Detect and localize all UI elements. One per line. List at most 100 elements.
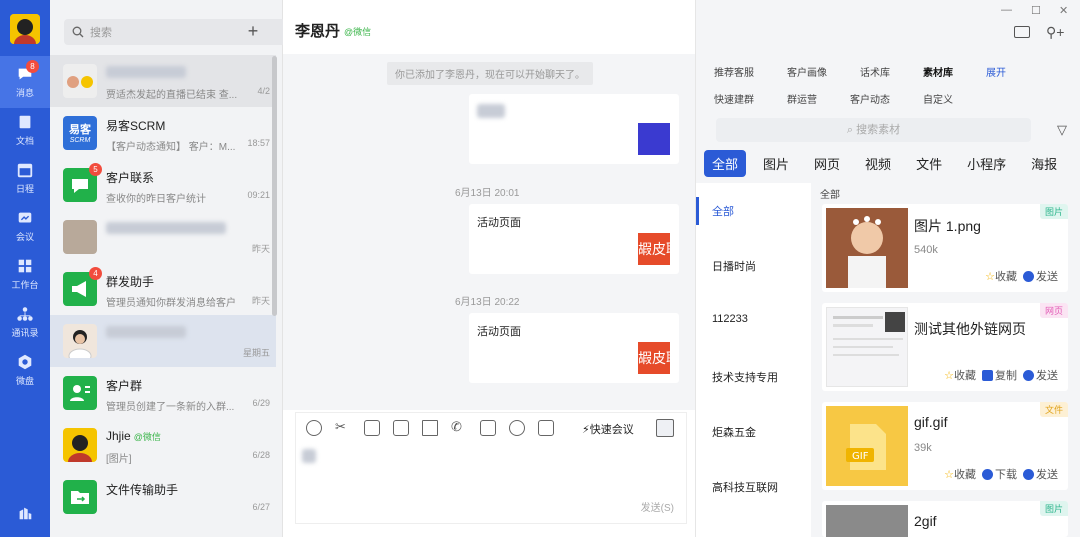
conv-item[interactable]: 5 客户联系 查收你的昨日客户统计 09:21 bbox=[50, 159, 276, 211]
message-card[interactable]: 活动页面 嘏皮联 bbox=[469, 313, 679, 383]
wechat-tag: @微信 bbox=[133, 432, 161, 442]
conv-time: 6/29 bbox=[252, 398, 270, 408]
material-item[interactable]: 2gif 图片 bbox=[822, 501, 1068, 537]
timestamp: 6月13日 20:01 bbox=[455, 188, 520, 199]
filter-icon[interactable]: ▽ bbox=[1057, 122, 1067, 138]
material-search-input[interactable]: ⌕ 搜索素材 bbox=[716, 118, 1031, 142]
favorite-button[interactable]: ☆ 收藏 bbox=[944, 367, 976, 383]
group-item[interactable]: 日播时尚 bbox=[712, 258, 756, 274]
cat-miniapp[interactable]: 小程序 bbox=[959, 150, 1014, 177]
photo-thumbnail bbox=[826, 208, 908, 288]
tab-materials[interactable]: 素材库 bbox=[923, 64, 953, 79]
tab-portrait[interactable]: 客户画像 bbox=[787, 64, 827, 79]
material-name: 测试其他外链网页 bbox=[914, 321, 1026, 337]
tab-custom[interactable]: 自定义 bbox=[923, 91, 953, 106]
add-button[interactable]: + bbox=[240, 19, 266, 45]
more-icon[interactable] bbox=[509, 420, 525, 436]
nav-drive[interactable]: 微盘 bbox=[0, 344, 50, 396]
nav-contacts[interactable]: 通讯录 bbox=[0, 296, 50, 348]
tab-customer-activity[interactable]: 客户动态 bbox=[850, 91, 890, 106]
conv-item[interactable]: 客户群 管理员创建了一条新的入群... 6/29 bbox=[50, 367, 276, 419]
favorite-button[interactable]: ☆ 收藏 bbox=[985, 268, 1017, 284]
cat-video[interactable]: 视频 bbox=[857, 150, 899, 177]
expand-button[interactable]: 展开 bbox=[986, 64, 1006, 79]
document-icon[interactable] bbox=[393, 420, 409, 436]
download-button[interactable]: 下载 bbox=[982, 466, 1017, 482]
conv-item[interactable]: 4 群发助手 管理员通知你群发消息给客户 昨天 bbox=[50, 263, 276, 315]
material-name: 图片 1.png bbox=[914, 218, 981, 234]
folder-icon[interactable] bbox=[422, 420, 438, 436]
group-item[interactable]: 技术支持专用 bbox=[712, 369, 778, 385]
compose-area[interactable]: ✂ ✆ ⚡快速会议 发送(S) bbox=[295, 412, 687, 524]
close-icon[interactable]: ✕ bbox=[1059, 4, 1068, 17]
blurred-name bbox=[106, 66, 186, 78]
quick-meeting-button[interactable]: ⚡快速会议 bbox=[582, 421, 634, 437]
material-item[interactable]: 测试其他外链网页 网页 ☆ 收藏 复制 发送 bbox=[822, 303, 1068, 391]
sidebar-toggle-icon[interactable] bbox=[656, 419, 674, 437]
group-item[interactable]: 高科技互联网 bbox=[712, 479, 778, 495]
cat-all[interactable]: 全部 bbox=[704, 149, 747, 177]
nav-label: 日程 bbox=[15, 184, 34, 194]
download-icon bbox=[982, 468, 993, 480]
tab-group-ops[interactable]: 群运营 bbox=[787, 91, 817, 106]
cat-poster[interactable]: 海报 bbox=[1023, 150, 1065, 177]
nav-label: 通讯录 bbox=[11, 328, 39, 338]
minimize-icon[interactable]: — bbox=[1001, 4, 1012, 16]
group-item[interactable]: 全部 bbox=[712, 203, 734, 219]
send-button[interactable]: 发送 bbox=[1023, 466, 1058, 482]
nav-calendar[interactable]: 日程 bbox=[0, 152, 50, 204]
video-call-icon[interactable] bbox=[1014, 26, 1030, 38]
send-icon bbox=[1023, 369, 1034, 381]
conv-item[interactable]: 昨天 bbox=[50, 211, 276, 263]
send-button[interactable]: 发送 bbox=[1023, 367, 1058, 383]
send-icon bbox=[1023, 270, 1034, 282]
group-item[interactable]: 炬森五金 bbox=[712, 424, 756, 440]
yike-logo: 易客 SCRM bbox=[63, 116, 97, 150]
blurred-draft bbox=[302, 449, 316, 463]
material-item[interactable]: GIF gif.gif 39k 文件 ☆ 收藏 下载 发送 bbox=[822, 402, 1068, 490]
message-card[interactable]: 活动页面 嘏皮联 bbox=[469, 204, 679, 274]
nav-messages[interactable]: 8 消息 bbox=[0, 56, 50, 108]
conv-item[interactable]: 文件传输助手 6/27 bbox=[50, 471, 276, 523]
tab-scripts[interactable]: 话术库 bbox=[860, 64, 890, 79]
conv-item-selected[interactable]: 星期五 bbox=[50, 315, 276, 367]
nav-more[interactable] bbox=[0, 488, 50, 540]
chat-pane: 李恩丹 @微信 你已添加了李恩丹，现在可以开始聊天了。 6月13日 20:01 … bbox=[283, 0, 695, 537]
image-icon[interactable] bbox=[364, 420, 380, 436]
nav-docs[interactable]: 文档 bbox=[0, 104, 50, 156]
cat-image[interactable]: 图片 bbox=[755, 150, 797, 177]
avatar bbox=[63, 324, 97, 364]
conv-item[interactable]: Jhjie @微信 [图片] 6/28 bbox=[50, 419, 276, 471]
user-avatar[interactable] bbox=[10, 14, 40, 44]
tab-recommend[interactable]: 推荐客服 bbox=[714, 64, 754, 79]
screen-icon[interactable] bbox=[538, 420, 554, 436]
conv-item[interactable]: 贾适杰发起的直播已结束 查... 4/2 bbox=[50, 55, 276, 107]
maximize-icon[interactable]: ☐ bbox=[1031, 4, 1041, 17]
shield-icon[interactable] bbox=[480, 420, 496, 436]
conv-item[interactable]: 易客 SCRM 易客SCRM 【客户动态通知】 客户：M... 18:57 bbox=[50, 107, 276, 159]
emoji-icon[interactable] bbox=[306, 420, 322, 436]
cat-web[interactable]: 网页 bbox=[806, 150, 848, 177]
message-card[interactable] bbox=[469, 94, 679, 164]
material-item[interactable]: 图片 1.png 540k 图片 ☆ 收藏 发送 bbox=[822, 204, 1068, 292]
nav-workbench[interactable]: 工作台 bbox=[0, 248, 50, 300]
scrollbar[interactable] bbox=[272, 56, 277, 316]
tab-quick-group[interactable]: 快速建群 bbox=[714, 91, 754, 106]
message-area: 你已添加了李恩丹，现在可以开始聊天了。 6月13日 20:01 活动页面 嘏皮联… bbox=[283, 54, 695, 410]
send-button[interactable]: 发送 bbox=[1023, 268, 1058, 284]
add-contact-icon[interactable]: ⚲+ bbox=[1046, 24, 1064, 41]
gif-thumbnail bbox=[826, 505, 908, 537]
group-item[interactable]: 112233 bbox=[712, 313, 748, 325]
cat-file[interactable]: 文件 bbox=[908, 150, 950, 177]
phone-icon[interactable]: ✆ bbox=[451, 420, 467, 436]
group-list: 全部 日播时尚 112233 技术支持专用 炬森五金 高科技互联网 bbox=[696, 183, 811, 537]
messages-badge: 8 bbox=[26, 60, 39, 73]
send-button[interactable]: 发送(S) bbox=[641, 499, 674, 514]
nav-label: 会议 bbox=[15, 232, 34, 242]
scissors-icon[interactable]: ✂ bbox=[335, 420, 351, 436]
material-actions: ☆ 收藏 发送 bbox=[985, 268, 1058, 284]
favorite-button[interactable]: ☆ 收藏 bbox=[944, 466, 976, 482]
nav-meetings[interactable]: 会议 bbox=[0, 200, 50, 252]
copy-button[interactable]: 复制 bbox=[982, 367, 1017, 383]
chat-title: 李恩丹 bbox=[295, 23, 341, 40]
